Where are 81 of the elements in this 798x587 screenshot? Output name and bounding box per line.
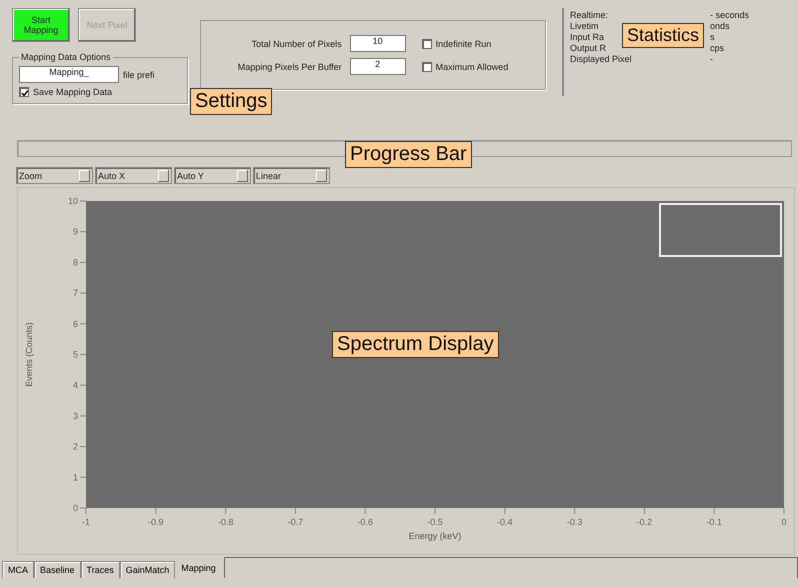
number-field[interactable]: 2 xyxy=(350,58,406,75)
x-tick: -0.8 xyxy=(218,508,234,527)
x-tick: -0.6 xyxy=(357,508,373,527)
group-title: Mapping Data Options xyxy=(20,52,112,62)
y-tick: 1 xyxy=(72,472,86,482)
checkbox-label: Save Mapping Data xyxy=(33,87,112,97)
tab[interactable]: Baseline xyxy=(34,561,81,578)
x-tick-label: 0 xyxy=(781,517,787,527)
stat-value: - xyxy=(710,54,714,64)
y-tick-label: 0 xyxy=(72,503,78,513)
start-mapping-button[interactable]: Start Mapping xyxy=(12,8,70,42)
number-field[interactable]: 10 xyxy=(350,35,406,52)
x-axis-label: Energy (keV) xyxy=(408,531,462,541)
checkbox-label: Maximum Allowed xyxy=(436,62,508,72)
y-tick-label: 8 xyxy=(72,257,78,268)
stat-label: Output R xyxy=(570,43,606,53)
dropdown[interactable]: Linear xyxy=(253,167,330,184)
y-tick-label: 5 xyxy=(72,350,78,360)
y-tick-label: 4 xyxy=(72,380,78,390)
x-tick-label: -1 xyxy=(82,517,90,527)
x-tick-label: -0.1 xyxy=(706,517,722,527)
stat-label: Displayed Pixel xyxy=(570,54,632,64)
stat-label: Realtime: xyxy=(570,10,608,20)
y-tick-label: 9 xyxy=(72,226,78,237)
x-tick-label: -0.7 xyxy=(288,517,304,527)
callout-label: Progress Bar xyxy=(345,141,472,168)
tab[interactable]: Traces xyxy=(80,561,120,578)
x-tick: -0.3 xyxy=(566,508,582,527)
x-tick: -0.9 xyxy=(148,508,164,527)
y-tick-label: 7 xyxy=(72,288,78,298)
x-tick: 0 xyxy=(782,508,786,527)
x-tick: -0.4 xyxy=(497,508,513,527)
y-tick-label: 2 xyxy=(72,442,78,452)
stat-value: cps xyxy=(710,43,726,53)
y-tick: 8 xyxy=(72,257,86,268)
x-tick-label: -0.2 xyxy=(636,517,652,527)
dropdown[interactable]: Auto X xyxy=(95,167,172,184)
y-tick-label: 10 xyxy=(68,196,78,206)
x-tick-label: -0.3 xyxy=(566,517,582,527)
y-tick: 3 xyxy=(72,410,86,421)
checkbox[interactable] xyxy=(422,62,432,72)
checkbox[interactable] xyxy=(19,87,29,97)
field-label: Mapping Pixels Per Buffer xyxy=(236,62,342,72)
stat-value: s xyxy=(710,32,716,42)
dropdown[interactable]: Auto Y xyxy=(174,167,251,184)
y-tick: 10 xyxy=(68,196,86,206)
overview-box[interactable] xyxy=(659,203,782,257)
prefix-field[interactable]: Mapping_ xyxy=(19,66,119,83)
callout-label: Settings xyxy=(190,88,272,115)
x-tick: -0.5 xyxy=(427,508,443,527)
field-label: Total Number of Pixels xyxy=(250,38,342,48)
x-tick-label: -0.6 xyxy=(357,517,373,527)
stat-label: Input Ra xyxy=(570,32,604,42)
y-tick-label: 1 xyxy=(72,472,78,482)
x-tick-label: -0.8 xyxy=(218,517,234,527)
x-tick-label: -0.5 xyxy=(427,517,443,527)
field-label: file prefi xyxy=(123,70,155,80)
checkbox[interactable] xyxy=(422,38,432,48)
tab[interactable]: GainMatch xyxy=(120,561,176,578)
y-tick: 5 xyxy=(72,350,86,360)
y-tick: 4 xyxy=(72,380,86,390)
y-tick: 6 xyxy=(72,318,86,329)
tab[interactable]: MCA xyxy=(2,561,34,578)
x-tick-label: -0.4 xyxy=(497,517,513,527)
y-tick-label: 3 xyxy=(72,410,78,421)
x-tick-label: -0.9 xyxy=(148,517,164,527)
y-tick-label: 6 xyxy=(72,318,78,329)
y-tick: 9 xyxy=(72,226,86,237)
x-tick: -0.1 xyxy=(706,508,722,527)
x-tick: -0.2 xyxy=(636,508,652,527)
callout-label: Statistics xyxy=(622,23,704,48)
y-axis-label: Events (Counts) xyxy=(24,322,34,387)
callout-label: Spectrum Display xyxy=(332,331,499,358)
dropdown[interactable]: Zoom xyxy=(16,167,93,184)
stat-value: onds xyxy=(710,21,731,31)
y-tick: 7 xyxy=(72,288,86,298)
checkbox-label: Indefinite Run xyxy=(436,38,492,48)
x-tick: -0.7 xyxy=(288,508,304,527)
stat-value: - seconds xyxy=(710,10,750,20)
y-tick: 2 xyxy=(72,442,86,452)
stat-label: Livetim xyxy=(570,21,599,31)
